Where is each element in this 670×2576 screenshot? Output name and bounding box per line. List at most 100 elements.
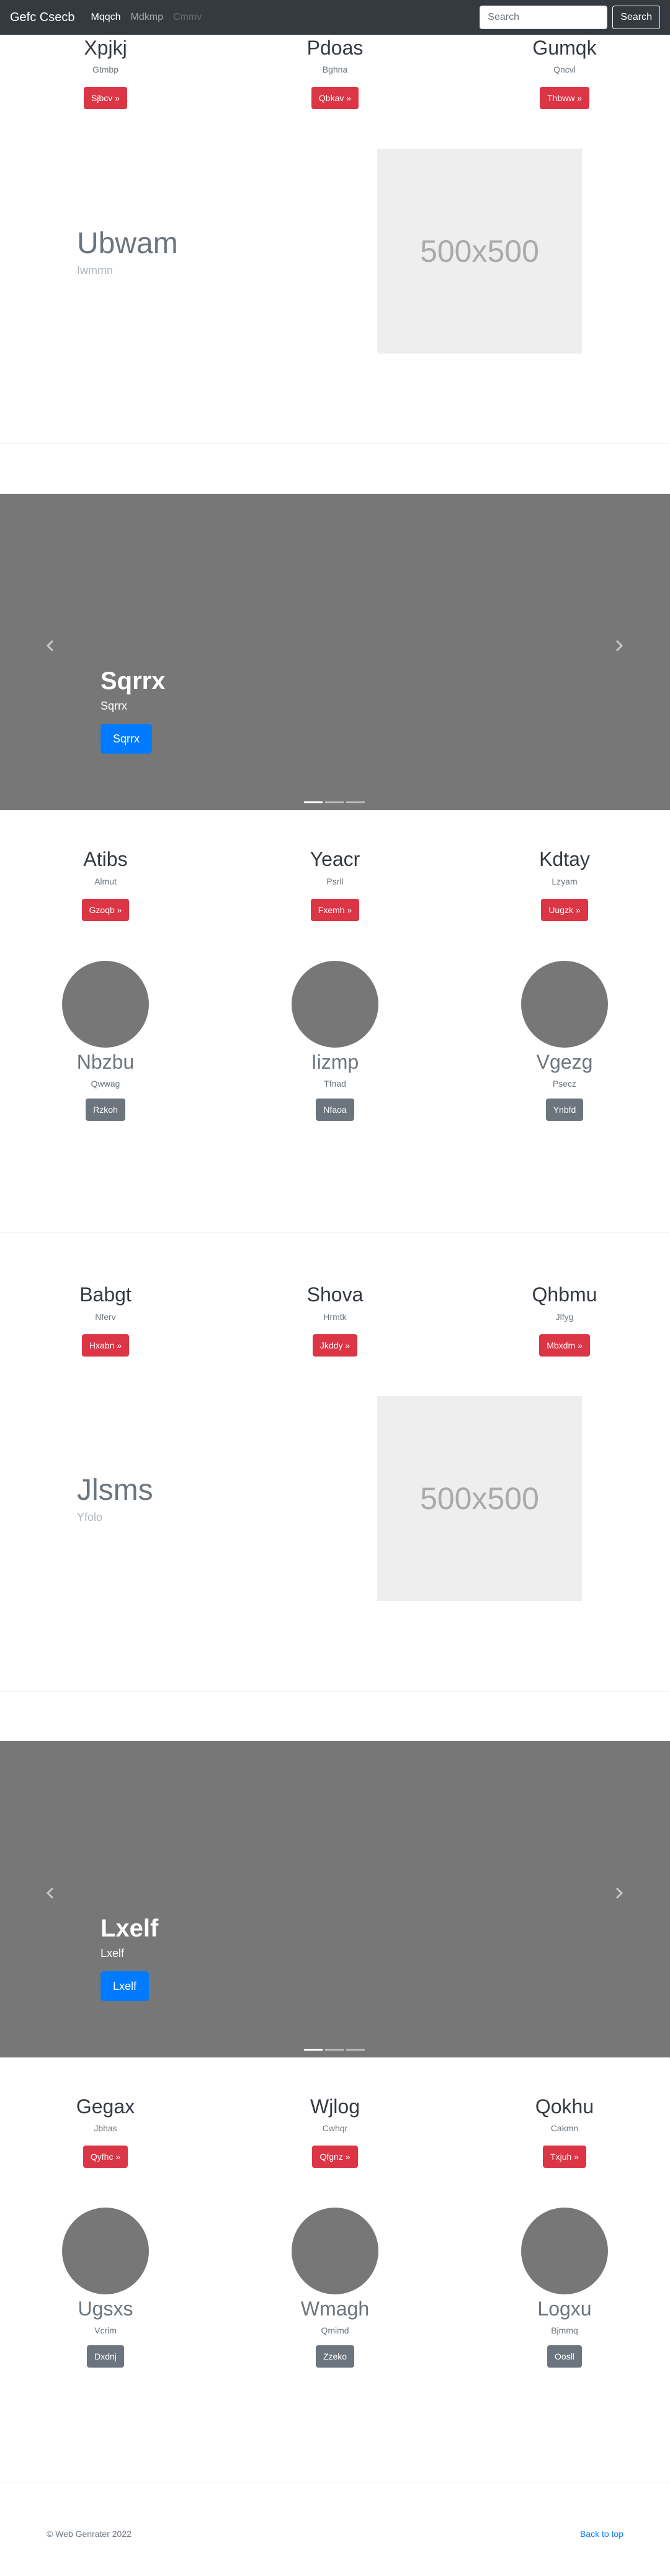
circle-image xyxy=(521,960,608,1048)
column-button[interactable]: Sjbcv » xyxy=(84,87,127,110)
circle-title: Ugsxs xyxy=(78,2297,133,2320)
circle-text: Tfnad xyxy=(324,1079,346,1089)
featurette: Jlsms Yfolo 500x500 xyxy=(0,1396,670,1601)
nav-link-mdkmp[interactable]: Mdkmp xyxy=(131,12,163,23)
footer: © Web Genrater 2022 Back to top xyxy=(0,2529,670,2552)
column-title: Atibs xyxy=(83,848,128,871)
carousel-indicators xyxy=(303,801,366,804)
featurette-heading: Ubwam xyxy=(77,227,178,261)
carousel-indicators xyxy=(303,2048,366,2051)
carousel-text: Lxelf xyxy=(100,1946,125,1959)
marketing-column: Qhbmu Jlfyg Mbxdm » xyxy=(450,1283,670,1357)
column-button[interactable]: Txjuh » xyxy=(543,2145,586,2168)
circle-image xyxy=(521,2207,608,2294)
circle-text: Psecz xyxy=(552,1079,577,1089)
marketing-row: Atibs Almut Gzoqb » Yeacr Psrll Fxemh » … xyxy=(0,847,670,921)
carousel-indicator[interactable] xyxy=(304,801,323,804)
circle-text: Bjmmq xyxy=(551,2325,578,2336)
carousel-prev-icon[interactable] xyxy=(41,1884,60,1902)
carousel-indicator[interactable] xyxy=(325,801,344,804)
column-title: Wjlog xyxy=(310,2095,360,2118)
featurette-image: 500x500 xyxy=(377,1396,582,1601)
carousel: Sqrrx Sqrrx Sqrrx xyxy=(0,494,670,811)
circle-button[interactable]: Ynbfd xyxy=(545,1099,584,1121)
circle-column: Nbzbu Qwwag Rzkoh xyxy=(0,960,220,1121)
circle-title: Wmagh xyxy=(300,2297,370,2320)
carousel-button[interactable]: Lxelf xyxy=(100,1971,150,2001)
circle-title: Vgezg xyxy=(536,1050,593,1073)
carousel-indicator[interactable] xyxy=(325,2048,344,2051)
circle-button[interactable]: Nfaoa xyxy=(316,1099,354,1121)
column-text: Nferv xyxy=(95,1311,116,1322)
carousel-prev-icon[interactable] xyxy=(41,636,60,655)
circle-row: Nbzbu Qwwag Rzkoh Iizmp Tfnad Nfaoa Vgez… xyxy=(0,960,670,1121)
circle-button[interactable]: Dxdnj xyxy=(87,2345,124,2368)
circle-button[interactable]: Rzkoh xyxy=(86,1099,125,1121)
circle-image xyxy=(292,960,378,1048)
back-to-top-link[interactable]: Back to top xyxy=(580,2529,623,2552)
footer-copyright: © Web Genrater 2022 xyxy=(47,2529,132,2539)
column-text: Hrmtk xyxy=(323,1311,347,1322)
carousel-indicator[interactable] xyxy=(346,2048,365,2051)
circle-button[interactable]: Oosll xyxy=(547,2345,582,2368)
carousel-indicator[interactable] xyxy=(304,2048,323,2051)
section-3: Babgt Nferv Hxabn » Shova Hrmtk Jkddy » … xyxy=(0,1233,670,1601)
carousel: Lxelf Lxelf Lxelf xyxy=(0,1740,670,2057)
circle-image xyxy=(292,2207,378,2294)
circle-text: Qwwag xyxy=(91,1079,120,1089)
featurette-text: Jlsms Yfolo xyxy=(0,1473,307,1524)
circle-image xyxy=(62,2207,149,2294)
circle-image xyxy=(62,960,149,1048)
marketing-column: Wjlog Cwhqr Qfgnz » xyxy=(220,2095,450,2168)
column-title: Babgt xyxy=(79,1283,132,1306)
carousel-title: Lxelf xyxy=(100,1914,159,1942)
column-button[interactable]: Thbww » xyxy=(539,87,590,110)
search-button[interactable]: Search xyxy=(612,6,660,29)
search-input[interactable] xyxy=(480,6,608,29)
carousel-next-icon[interactable] xyxy=(610,636,628,655)
column-button[interactable]: Fxemh » xyxy=(310,898,360,921)
column-button[interactable]: Qfgnz » xyxy=(312,2145,358,2168)
carousel-button[interactable]: Sqrrx xyxy=(100,724,153,754)
marketing-row: Babgt Nferv Hxabn » Shova Hrmtk Jkddy » … xyxy=(0,1283,670,1357)
column-title: Gegax xyxy=(76,2095,135,2118)
column-title: Kdtay xyxy=(539,848,590,871)
column-button[interactable]: Uugzk » xyxy=(541,898,588,921)
column-button[interactable]: Qbkav » xyxy=(311,87,359,110)
marketing-column: Kdtay Lzyam Uugzk » xyxy=(450,847,670,921)
marketing-column: Pdoas Bghna Qbkav » xyxy=(220,36,450,110)
column-button[interactable]: Gzoqb » xyxy=(81,898,130,921)
column-text: Bghna xyxy=(322,65,348,75)
featurette-text: Ubwam Iwmmn xyxy=(0,226,307,277)
column-title: Xpjkj xyxy=(84,37,127,59)
marketing-column: Yeacr Psrll Fxemh » xyxy=(220,847,450,921)
marketing-column: Xpjkj Gtmbp Sjbcv » xyxy=(0,36,220,110)
circle-text: Vcrim xyxy=(94,2325,117,2336)
featurette: Ubwam Iwmmn 500x500 xyxy=(0,149,670,354)
carousel-indicator[interactable] xyxy=(346,801,365,804)
circle-column: Logxu Bjmmq Oosll xyxy=(450,2207,670,2368)
column-title: Shova xyxy=(306,1283,364,1306)
search-form: Search xyxy=(480,6,660,29)
column-text: Jlfyg xyxy=(555,1311,574,1322)
section-4: Gegax Jbhas Qyfhc » Wjlog Cwhqr Qfgnz » … xyxy=(0,2057,670,2368)
marketing-column: Atibs Almut Gzoqb » xyxy=(0,847,220,921)
circle-column: Ugsxs Vcrim Dxdnj xyxy=(0,2207,220,2368)
marketing-column: Shova Hrmtk Jkddy » xyxy=(220,1283,450,1357)
column-title: Qokhu xyxy=(535,2095,594,2118)
column-title: Gumqk xyxy=(532,37,597,59)
circle-button[interactable]: Zzeko xyxy=(315,2345,355,2368)
carousel-next-icon[interactable] xyxy=(610,1884,628,1902)
column-button[interactable]: Jkddy » xyxy=(312,1334,358,1357)
carousel-title: Sqrrx xyxy=(100,667,166,695)
column-button[interactable]: Qyfhc » xyxy=(83,2145,128,2168)
column-button[interactable]: Hxabn » xyxy=(81,1334,130,1357)
marketing-column: Qokhu Cakmn Txjuh » xyxy=(450,2095,670,2168)
navbar-brand[interactable]: Gefc Csecb xyxy=(10,11,74,25)
carousel-caption: Sqrrx Sqrrx Sqrrx xyxy=(100,666,166,754)
circle-column: Iizmp Tfnad Nfaoa xyxy=(220,960,450,1121)
column-button[interactable]: Mbxdm » xyxy=(539,1334,590,1357)
circle-column: Wmagh Qmimd Zzeko xyxy=(220,2207,450,2368)
nav-link-mqqch[interactable]: Mqqch xyxy=(91,12,120,23)
marketing-row: Xpjkj Gtmbp Sjbcv » Pdoas Bghna Qbkav » … xyxy=(0,36,670,110)
